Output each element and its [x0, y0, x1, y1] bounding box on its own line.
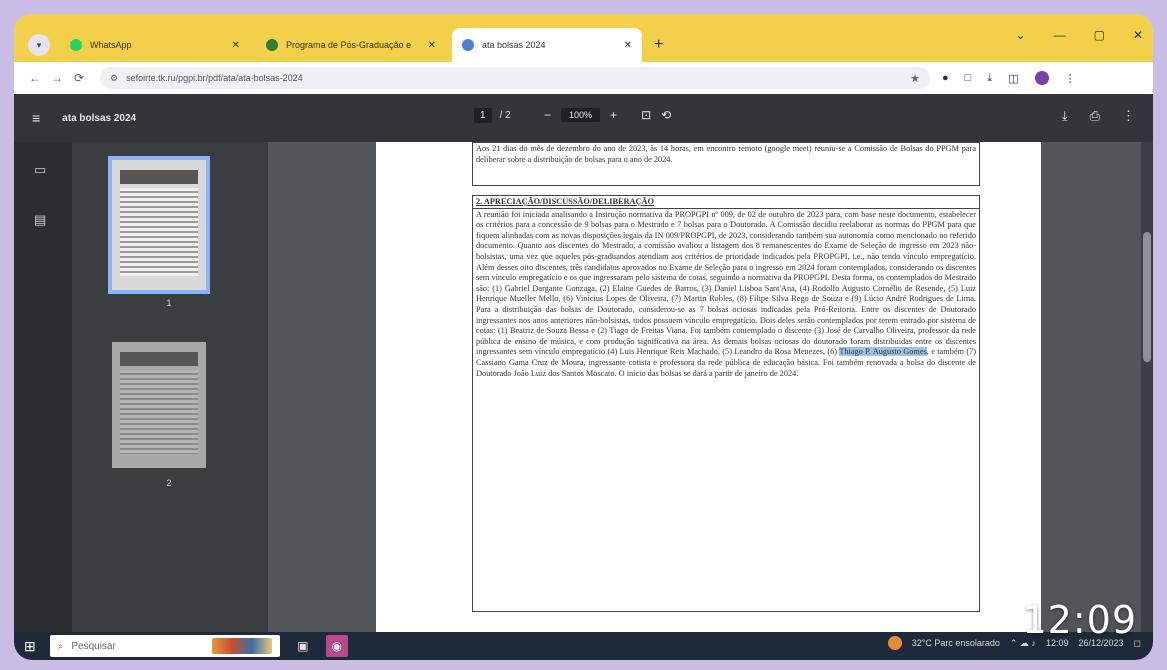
tab-programa-pos-graduacao[interactable]: Programa de Pós-Graduação e ✕: [256, 28, 446, 62]
video-timestamp-overlay: 12:09: [1022, 598, 1137, 642]
download-icon[interactable]: ⤓: [987, 72, 992, 85]
extension-icon[interactable]: ●: [942, 72, 949, 84]
taskbar-search-box[interactable]: ⌕ Pesquisar: [49, 635, 280, 657]
thumbnail-body: [120, 370, 198, 454]
window-controls: ⌄ — ▢ ✕: [1016, 28, 1143, 42]
vertical-scrollbar[interactable]: [1141, 142, 1153, 632]
page-number-input[interactable]: 1: [474, 108, 492, 123]
scrollbar-thumb[interactable]: [1143, 232, 1151, 362]
intro-paragraph-box: Aos 21 dias do mês de dezembro do ano de…: [472, 142, 980, 186]
thumbnail-header: [120, 352, 198, 366]
zoom-out-button[interactable]: −: [544, 108, 551, 122]
more-options-icon[interactable]: ⋮: [1122, 108, 1135, 124]
thumbnail-label: 1: [166, 298, 172, 308]
forward-button[interactable]: →: [46, 71, 68, 85]
download-pdf-icon[interactable]: ⤓: [1062, 108, 1068, 124]
pdf-title: ata bolsas 2024: [62, 112, 137, 124]
paragraph-text: A reunião foi iniciada analisando a Inst…: [476, 209, 976, 357]
maximize-button[interactable]: ▢: [1094, 28, 1105, 42]
tab-whatsapp[interactable]: WhatsApp ✕: [60, 28, 250, 62]
pdf-page: Aos 21 dias do mês de dezembro do ano de…: [376, 142, 1041, 632]
weather-text[interactable]: 32°C Parc ensolarado: [912, 638, 1000, 648]
thumbnail-panel: 1 2: [72, 142, 268, 632]
pdf-toolbar: ≡ ata bolsas 2024 1 / 2 − 100% + ⊡ ⟲ ⤓ ⎙…: [14, 94, 1153, 142]
reload-button[interactable]: ⟳: [68, 71, 90, 85]
browser-tabstrip: ▾ WhatsApp ✕ Programa de Pós-Graduação e…: [14, 14, 1153, 62]
pdf-icon: [462, 39, 474, 51]
back-button[interactable]: ←: [24, 71, 46, 85]
minimize-button[interactable]: —: [1054, 28, 1066, 42]
thumbnail-header: [120, 170, 198, 184]
page-total: / 2: [499, 110, 511, 121]
bookmark-star-icon[interactable]: ★: [910, 72, 920, 85]
search-highlight-image: [211, 638, 272, 654]
zoom-level-input[interactable]: 100%: [561, 108, 601, 122]
thumbnails-icon[interactable]: ▭: [34, 162, 46, 178]
windows-taskbar: ⊞ ⌕ Pesquisar ▣ ◉ 32°C Parc ensolarado ⌃…: [14, 632, 1153, 660]
pdf-menu-icon[interactable]: ≡: [32, 110, 40, 126]
weather-icon[interactable]: [887, 636, 902, 650]
deliberation-section: 2. APRECIAÇÃO/DISCUSSÃO/DELIBERAÇÃO A re…: [472, 195, 980, 612]
highlighted-text: Thiago P. Augusto Gomes: [839, 347, 927, 357]
close-window-button[interactable]: ✕: [1133, 28, 1143, 42]
zoom-controls: − 100% + ⊡ ⟲: [544, 108, 671, 122]
chrome-taskbar-icon[interactable]: ◉: [325, 635, 348, 657]
close-icon[interactable]: ✕: [428, 40, 436, 51]
page-thumbnail-2[interactable]: [112, 342, 206, 468]
profile-avatar[interactable]: [1034, 71, 1049, 85]
pdf-sidebar-rail: ▭ ▤: [14, 142, 72, 632]
tab-label: WhatsApp: [90, 40, 132, 50]
address-text: sefoirte.tk.ru/pgpi.br/pdf/ata/ata-bolsa…: [126, 73, 303, 83]
task-view-icon[interactable]: ▣: [292, 635, 314, 657]
site-icon: [266, 39, 278, 51]
tab-label: Programa de Pós-Graduação e: [286, 40, 412, 50]
print-icon[interactable]: ⎙: [1090, 108, 1100, 124]
tab-list-icon[interactable]: ⌄: [1016, 28, 1026, 42]
new-tab-button[interactable]: +: [654, 36, 663, 54]
thumbnail-body: [120, 188, 198, 276]
tab-label: ata bolsas 2024: [482, 40, 546, 50]
side-panel-icon[interactable]: ◫: [1008, 72, 1018, 85]
page-thumbnail-1[interactable]: [108, 156, 210, 294]
tab-search-button[interactable]: ▾: [28, 34, 50, 56]
fit-page-icon[interactable]: ⊡: [641, 108, 651, 122]
rotate-icon[interactable]: ⟲: [661, 108, 671, 122]
address-bar[interactable]: ⚙ sefoirte.tk.ru/pgpi.br/pdf/ata/ata-bol…: [100, 67, 930, 89]
tab-ata-bolsas[interactable]: ata bolsas 2024 ✕: [452, 28, 642, 62]
toolbar-icons: ● □ ⤓ ◫ ⋮: [942, 71, 1076, 85]
screen-frame: ▾ WhatsApp ✕ Programa de Pós-Graduação e…: [14, 14, 1153, 660]
deliberation-paragraph: A reunião foi iniciada analisando a Inst…: [476, 210, 976, 380]
extensions-puzzle-icon[interactable]: □: [965, 72, 972, 84]
section-title: 2. APRECIAÇÃO/DISCUSSÃO/DELIBERAÇÃO: [473, 197, 979, 209]
search-icon: ⌕: [57, 640, 64, 652]
zoom-in-button[interactable]: +: [610, 108, 617, 122]
pdf-actions: ⤓ ⎙ ⋮: [1062, 108, 1135, 124]
page-selector: 1 / 2: [474, 108, 511, 123]
search-placeholder: Pesquisar: [71, 640, 116, 652]
pdf-canvas: Aos 21 dias do mês de dezembro do ano de…: [268, 142, 1153, 632]
browser-menu-icon[interactable]: ⋮: [1065, 72, 1076, 85]
browser-toolbar: ← → ⟳ ⚙ sefoirte.tk.ru/pgpi.br/pdf/ata/a…: [14, 62, 1153, 94]
windows-start-icon[interactable]: ⊞: [24, 638, 36, 655]
intro-paragraph: Aos 21 dias do mês de dezembro do ano de…: [476, 144, 976, 164]
close-icon[interactable]: ✕: [624, 40, 632, 51]
close-icon[interactable]: ✕: [232, 40, 240, 51]
outline-icon[interactable]: ▤: [34, 212, 46, 228]
site-info-icon[interactable]: ⚙: [110, 73, 118, 84]
thumbnail-label: 2: [166, 478, 172, 488]
whatsapp-icon: [70, 39, 82, 51]
